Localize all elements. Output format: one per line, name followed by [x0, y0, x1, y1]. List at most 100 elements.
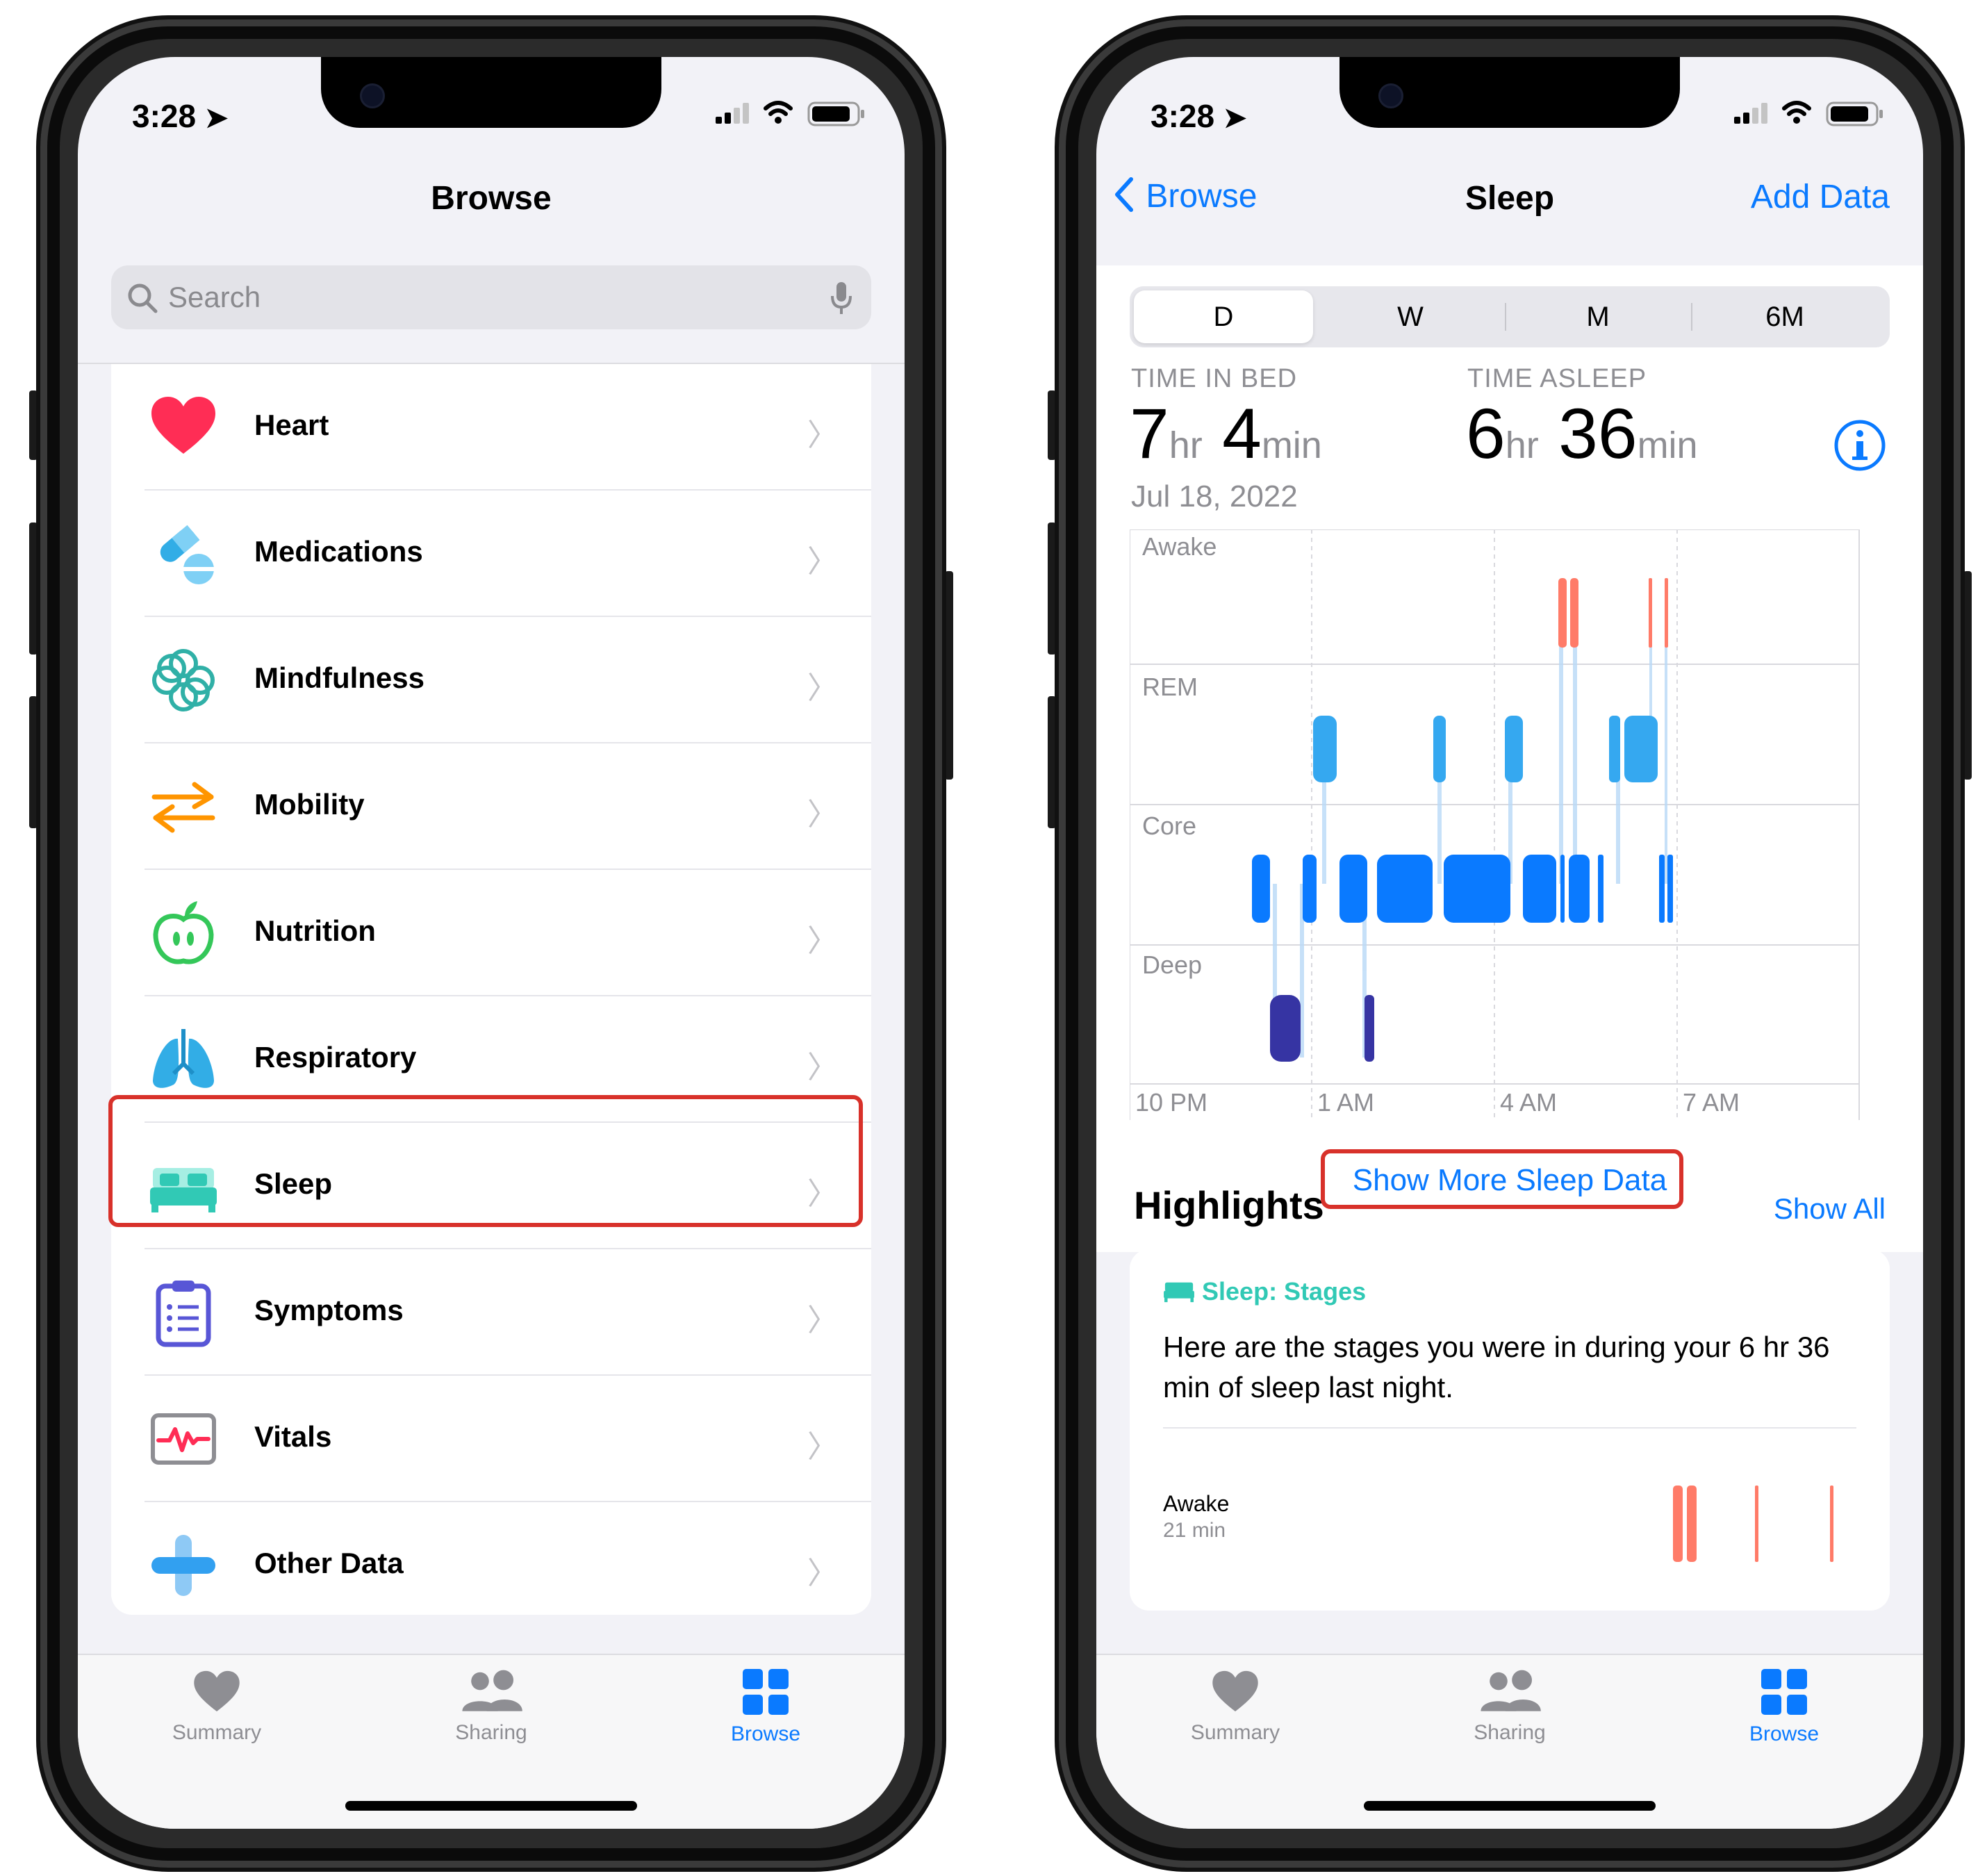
category-label: Vitals: [254, 1420, 332, 1453]
tab-summary[interactable]: Summary: [1152, 1669, 1319, 1745]
search-placeholder: Search: [168, 281, 261, 313]
highlight-text: Here are the stages you were in during y…: [1163, 1331, 1830, 1404]
time-asleep-label: TIME ASLEEP: [1467, 364, 1647, 393]
time-asleep-hours: 6: [1466, 394, 1506, 473]
time-asleep-value: 6hr 36min: [1466, 393, 1698, 475]
category-label: Respiratory: [254, 1041, 417, 1073]
time-range-control: D W M 6M: [1130, 286, 1890, 347]
category-row-mobility[interactable]: Mobility 〉: [111, 743, 871, 870]
chart-date: Jul 18, 2022: [1131, 479, 1298, 513]
heart-tab-icon: [194, 1670, 240, 1712]
category-row-nutrition[interactable]: Nutrition 〉: [111, 870, 871, 996]
clipboard-icon: [156, 1281, 211, 1347]
x-axis-label: 1 AM: [1317, 1088, 1375, 1117]
status-time-text: 3:28: [132, 98, 197, 134]
stage-label-core: Core: [1142, 812, 1197, 840]
status-icons: [716, 99, 868, 130]
segment-day[interactable]: D: [1134, 290, 1313, 343]
category-row-symptoms[interactable]: Symptoms 〉: [111, 1249, 871, 1376]
x-axis-label: 10 PM: [1135, 1088, 1208, 1117]
status-time-text: 3:28: [1151, 98, 1215, 134]
signal-wifi-battery-icon: [716, 101, 864, 126]
grid-icon: [1761, 1669, 1807, 1715]
chevron-right-icon: 〉: [807, 798, 838, 832]
tab-sharing[interactable]: Sharing: [408, 1669, 575, 1745]
chevron-right-icon: 〉: [807, 1430, 838, 1464]
highlight-card[interactable]: Sleep: Stages Here are the stages you we…: [1130, 1249, 1890, 1611]
browse-screen: 3:28 ➤ Browse Search Heart 〉 Medications…: [78, 57, 905, 1829]
bed-icon: [1164, 1282, 1194, 1303]
stage-label-deep: Deep: [1142, 951, 1203, 979]
sleep-stages-chart: Awake REM Core Deep 10 PM 1 AM 4 AM 7 AM: [1129, 529, 1861, 1120]
tab-browse[interactable]: Browse: [1701, 1669, 1868, 1746]
chevron-right-icon: 〉: [807, 418, 838, 452]
chevron-right-icon: 〉: [807, 1051, 838, 1085]
chevron-right-icon: 〉: [807, 1556, 838, 1590]
notch: [321, 57, 661, 128]
people-icon: [462, 1670, 522, 1711]
chevron-right-icon: 〉: [807, 671, 838, 705]
segment-month[interactable]: M: [1508, 290, 1688, 343]
people-icon: [1481, 1670, 1541, 1711]
unit-min: min: [1261, 425, 1322, 466]
tab-label: Sharing: [1474, 1721, 1546, 1744]
time-asleep-minutes: 36: [1558, 394, 1638, 473]
category-label: Nutrition: [254, 914, 376, 947]
microphone-icon[interactable]: [830, 281, 853, 315]
time-in-bed-label: TIME IN BED: [1131, 364, 1298, 393]
flower-icon: [152, 649, 215, 711]
status-icons: [1734, 99, 1887, 130]
category-row-heart[interactable]: Heart 〉: [111, 364, 871, 491]
time-in-bed-hours: 7: [1130, 394, 1169, 473]
awake-mini-chart: [1673, 1486, 1833, 1562]
show-more-highlight-box: [1321, 1149, 1683, 1209]
chevron-right-icon: 〉: [807, 924, 838, 958]
highlights-title: Highlights: [1134, 1183, 1324, 1227]
search-bar[interactable]: Search: [111, 265, 871, 329]
add-data-button[interactable]: Add Data: [1751, 178, 1890, 216]
stage-label-awake: Awake: [1142, 532, 1217, 561]
category-label: Medications: [254, 535, 423, 568]
category-row-medications[interactable]: Medications 〉: [111, 491, 871, 617]
grid-icon: [743, 1669, 789, 1715]
location-icon: ➤: [1223, 103, 1247, 133]
show-all-link[interactable]: Show All: [1774, 1192, 1886, 1226]
category-label: Mindfulness: [254, 661, 425, 694]
info-icon[interactable]: [1833, 418, 1887, 472]
home-indicator: [345, 1801, 637, 1811]
location-icon: ➤: [204, 103, 229, 133]
left-phone: 3:28 ➤ Browse Search Heart 〉 Medications…: [29, 15, 953, 1872]
tab-browse[interactable]: Browse: [682, 1669, 849, 1746]
category-label: Symptoms: [254, 1294, 404, 1326]
chevron-right-icon: 〉: [807, 545, 838, 579]
highlight-tag-text: Sleep: Stages: [1202, 1277, 1367, 1306]
heart-tab-icon: [1212, 1670, 1258, 1712]
pills-icon: [160, 525, 214, 584]
stage-label-rem: REM: [1142, 673, 1198, 701]
plus-icon: [151, 1535, 215, 1596]
home-indicator: [1364, 1801, 1656, 1811]
category-row-vitals[interactable]: Vitals 〉: [111, 1376, 871, 1502]
camera: [360, 83, 385, 108]
category-label: Heart: [254, 409, 329, 441]
tab-label: Browse: [1749, 1722, 1820, 1745]
segment-divider: [1691, 303, 1692, 331]
lungs-icon: [153, 1029, 214, 1088]
right-phone: 3:28 ➤ Browse Sleep Add Data D W M 6M TI…: [1048, 15, 1972, 1872]
heart-icon: [151, 397, 215, 454]
tab-summary[interactable]: Summary: [133, 1669, 300, 1745]
category-row-mindfulness[interactable]: Mindfulness 〉: [111, 617, 871, 743]
segment-week[interactable]: W: [1321, 290, 1500, 343]
segment-6-months[interactable]: 6M: [1695, 290, 1874, 343]
category-list: Heart 〉 Medications 〉 Mindfulness 〉 Mobi…: [111, 364, 871, 1615]
tab-label: Summary: [1190, 1721, 1280, 1744]
signal-wifi-battery-icon: [1734, 101, 1883, 126]
sleep-highlight-box: [108, 1095, 863, 1227]
unit-hr: hr: [1505, 425, 1539, 466]
separator: [1163, 1427, 1856, 1429]
status-time: 3:28 ➤: [132, 97, 228, 135]
category-row-other-data[interactable]: Other Data 〉: [111, 1502, 871, 1629]
page-title: Browse: [431, 180, 552, 217]
sleep-chart-svg: [1129, 529, 1860, 1120]
tab-sharing[interactable]: Sharing: [1426, 1669, 1593, 1745]
